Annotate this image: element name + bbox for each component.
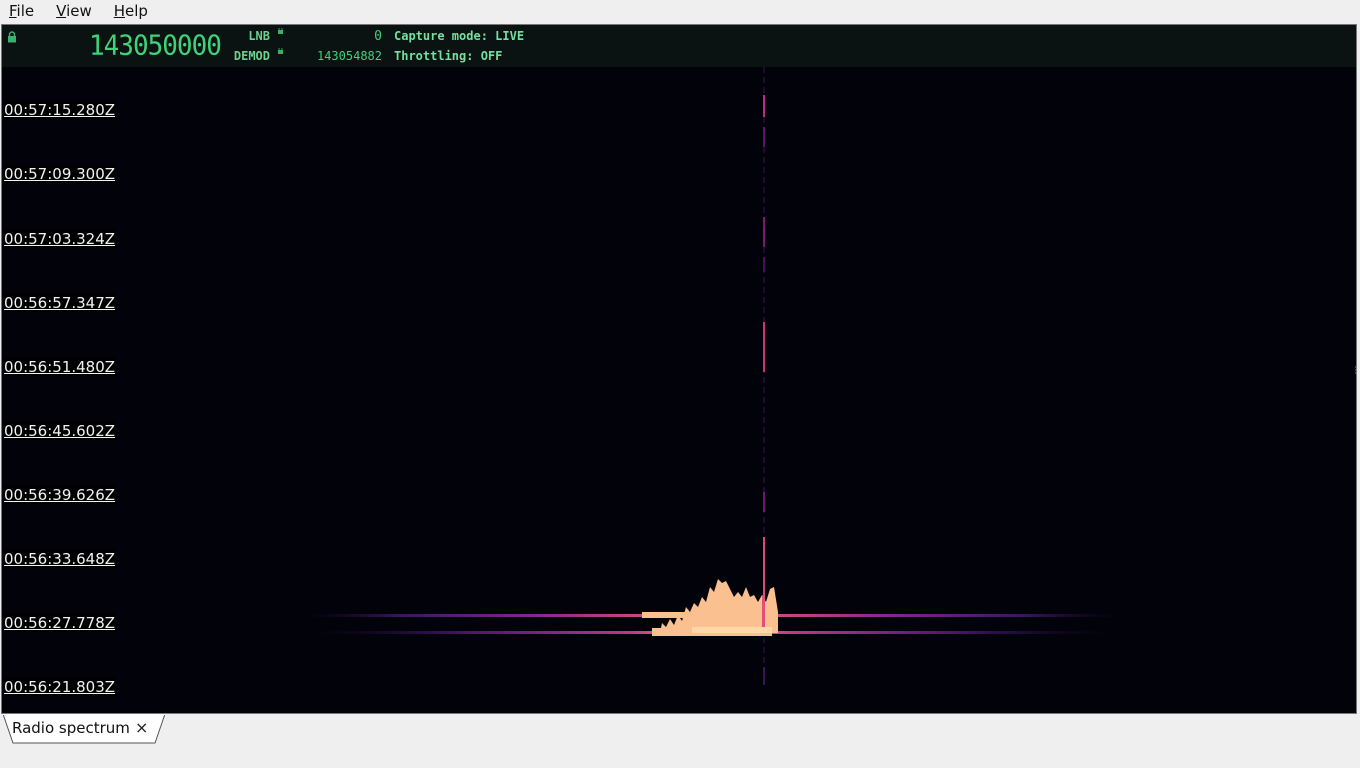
close-icon[interactable]: × xyxy=(135,718,148,737)
demod-lock-icon[interactable] xyxy=(278,48,283,54)
timestamp-8: 00:56:27.778Z xyxy=(4,614,116,632)
timestamp-5: 00:56:45.602Z xyxy=(4,422,116,440)
spectrum-frame: 143050000 LNB 0 DEMOD 143054882 Capture … xyxy=(1,24,1357,714)
menu-help[interactable]: Help xyxy=(109,2,153,20)
timestamp-4: 00:56:51.480Z xyxy=(4,358,116,376)
tab-bar: Radio spectrum × xyxy=(0,714,1360,768)
splitter-handle[interactable] xyxy=(1354,365,1358,375)
lnb-value[interactable]: 0 xyxy=(332,29,382,44)
timestamp-9: 00:56:21.803Z xyxy=(4,678,116,696)
timestamp-3: 00:56:57.347Z xyxy=(4,294,116,312)
tab-radio-spectrum[interactable]: Radio spectrum × xyxy=(3,714,165,744)
timestamp-1: 00:57:09.300Z xyxy=(4,165,116,183)
throttling-status: Throttling: OFF xyxy=(394,49,503,63)
timestamp-2: 00:57:03.324Z xyxy=(4,230,116,248)
tab-label: Radio spectrum xyxy=(12,719,130,737)
timestamp-6: 00:56:39.626Z xyxy=(4,486,116,504)
menu-file[interactable]: File xyxy=(4,2,39,20)
capture-mode-status: Capture mode: LIVE xyxy=(394,29,525,43)
timestamp-7: 00:56:33.648Z xyxy=(4,550,116,568)
lnb-lock-icon[interactable] xyxy=(278,28,283,34)
demod-value[interactable]: 143054882 xyxy=(302,49,382,63)
main-frequency-display[interactable]: 143050000 xyxy=(89,30,222,62)
lnb-label: LNB xyxy=(248,29,270,43)
lock-icon[interactable] xyxy=(7,31,17,43)
menu-view[interactable]: View xyxy=(51,2,97,20)
signal-burst xyxy=(302,579,1122,636)
frequency-header: 143050000 LNB 0 DEMOD 143054882 Capture … xyxy=(2,25,1356,67)
menu-bar: File View Help xyxy=(0,0,1360,22)
timestamp-0: 00:57:15.280Z xyxy=(4,101,116,119)
waterfall-canvas xyxy=(302,67,1122,687)
waterfall-display[interactable]: 00:57:15.280Z 00:57:09.300Z 00:57:03.324… xyxy=(2,67,1356,713)
demod-label: DEMOD xyxy=(233,49,270,63)
